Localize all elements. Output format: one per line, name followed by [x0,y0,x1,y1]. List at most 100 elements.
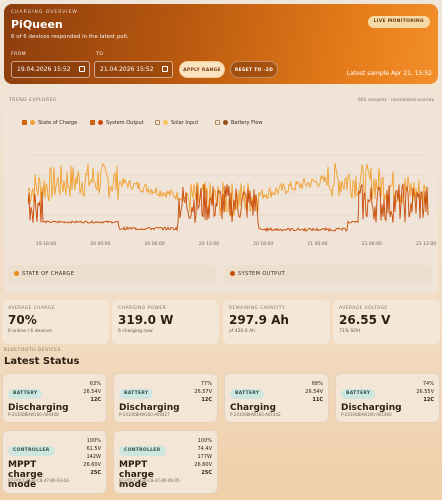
device-card[interactable]: CONTROLLER MPPT charge mode BT-PQCC2430-… [113,430,218,494]
device-temperature: 25C [90,470,101,476]
device-metrics: 77% 26.57V 12C [194,380,212,404]
legend-toggle-solar-input[interactable]: Solar Input [155,120,198,126]
device-voltage: 26.60V [83,462,101,468]
device-card[interactable]: BATTERY Discharging P-24100BHW160-A00408… [2,373,107,423]
x-tick-label: 20 18:00 [253,241,273,247]
overview-hero: CHARGING OVERVIEW PiQueen 6 of 6 devices… [4,4,438,84]
device-type-badge: CONTROLLER [8,446,55,456]
kpi-value: 70% [8,313,37,327]
legend-label: Battery Flow [231,120,263,126]
series-dot-icon [30,120,35,125]
legend-toggle-system-output[interactable]: System Output [90,120,144,126]
device-serial: P-24100BHW160-A00408 [8,412,59,417]
kpi-label: AVERAGE CHARGE [8,306,56,311]
x-tick-label: 21 12:00 [416,241,436,247]
legend-toggle-state-of-charge[interactable]: State of Charge [22,120,77,126]
to-date-input[interactable]: 21.04.2026 15:52 [94,61,173,78]
devices-title: Latest Status [4,356,80,367]
device-card[interactable]: BATTERY Discharging P-24100BHW160-A01460… [335,373,440,423]
overview-eyebrow: CHARGING OVERVIEW [11,10,78,15]
kpi-value: 26.55 V [339,313,391,327]
apply-range-button[interactable]: APPLY RANGE [179,61,225,78]
device-pv-voltage: 61.5V [86,446,101,452]
kpi-average-voltage: AVERAGE VOLTAGE 26.55 V 71% SOH [333,300,440,344]
device-metrics: 100% 61.5V 142W 26.60V 25C [83,437,101,477]
kpi-label: CHARGING POWER [118,306,167,311]
device-type-badge: BATTERY [341,389,376,399]
device-temperature: 25C [201,470,212,476]
kpi-charging-power: CHARGING POWER 319.0 W 6 charging now [112,300,219,344]
checkbox-icon[interactable] [155,120,160,125]
x-tick-label: 20 00:00 [90,241,110,247]
kpi-label: REMAINING CAPACITY [229,306,286,311]
device-serial: P-24100BHW160-A01442 [230,412,281,417]
device-temperature: 12C [423,397,434,403]
device-type-badge: BATTERY [119,389,154,399]
legend-label: Solar Input [171,120,199,126]
to-label: TO [96,52,104,57]
series-dot-icon [98,120,103,125]
device-temperature: 12C [90,397,101,403]
device-type-badge: BATTERY [230,389,265,399]
checkbox-icon[interactable] [90,120,95,125]
kpi-remaining-capacity: REMAINING CAPACITY 297.9 Ah of 420.0 Ah [223,300,330,344]
device-metrics: 68% 26.54V 11C [305,380,323,404]
kpi-sub: of 420.0 Ah [229,329,256,334]
calendar-icon[interactable] [162,66,168,72]
checkbox-icon[interactable] [22,120,27,125]
x-tick-label: 21 06:00 [362,241,382,247]
series-dot-icon [163,120,168,125]
devices-eyebrow: BLUETOOTH DEVICES [4,348,61,353]
to-date-value: 21.04.2026 15:52 [100,66,154,73]
series-line-state-of-charge [28,162,429,217]
series-card-label: SYSTEM OUTPUT [238,271,286,277]
series-dot-icon [14,271,19,276]
device-voltage: 26.57V [194,389,212,395]
calendar-icon[interactable] [79,66,85,72]
trend-eyebrow: TREND EXPLORER [9,98,57,103]
kpi-sub: 6 online / 6 devices [8,329,52,334]
kpi-average-charge: AVERAGE CHARGE 70% 6 online / 6 devices [2,300,109,344]
device-charge: 68% [311,381,323,387]
device-power: 177W [197,454,213,460]
device-card[interactable]: BATTERY Charging P-24100BHW160-A01442 68… [224,373,329,423]
device-serial: BT-PQCC2430-C8-47-80-03-63-94 [8,478,70,488]
device-temperature: 12C [201,397,212,403]
from-label: FROM [11,52,27,57]
trend-chart[interactable]: 19 18:00 20 00:00 20 06:00 20 12:00 20 18:00… [28,135,438,250]
device-voltage: 26.54V [83,389,101,395]
from-date-value: 19.04.2026 15:52 [17,66,71,73]
from-date-input[interactable]: 19.04.2026 15:52 [11,61,90,78]
kpi-label: AVERAGE VOLTAGE [339,306,388,311]
device-charge: 74% [422,381,434,387]
device-charge: 100% [86,438,101,444]
series-card-label: STATE OF CHARGE [22,271,75,277]
device-voltage: 26.54V [305,389,323,395]
series-dot-icon [230,271,235,276]
checkbox-icon[interactable] [215,120,220,125]
x-tick-label: 19 18:00 [36,241,56,247]
kpi-sub: 6 charging now [118,329,153,334]
device-type-badge: CONTROLLER [119,446,166,456]
legend-toggle-battery-flow[interactable]: Battery Flow [215,120,263,126]
device-card[interactable]: BATTERY Discharging P-24100BHW160-A00427… [113,373,218,423]
x-tick-label: 20 12:00 [199,241,219,247]
device-card[interactable]: CONTROLLER MPPT charge mode BT-PQCC2430-… [2,430,107,494]
poll-summary: 6 of 6 devices responded in the latest p… [11,34,129,40]
device-serial: P-24100BHW160-A00427 [119,412,170,417]
device-metrics: 74% 26.55V 12C [416,380,434,404]
device-type-badge: BATTERY [8,389,43,399]
legend-label: System Output [106,120,144,126]
device-charge: 100% [197,438,212,444]
x-tick-label: 21 00:00 [307,241,327,247]
device-metrics: 63% 26.54V 12C [83,380,101,404]
sample-count: 961 samples · normalized overlay [357,98,434,103]
reset-range-button[interactable]: RESET TO -2D [230,61,278,78]
kpi-sub: 71% SOH [339,329,361,334]
device-charge: 63% [89,381,101,387]
x-tick-label: 20 06:00 [145,241,165,247]
series-dot-icon [223,120,228,125]
device-pv-voltage: 74.4V [197,446,212,452]
device-voltage: 26.55V [416,389,434,395]
kpi-value: 319.0 W [118,313,174,327]
